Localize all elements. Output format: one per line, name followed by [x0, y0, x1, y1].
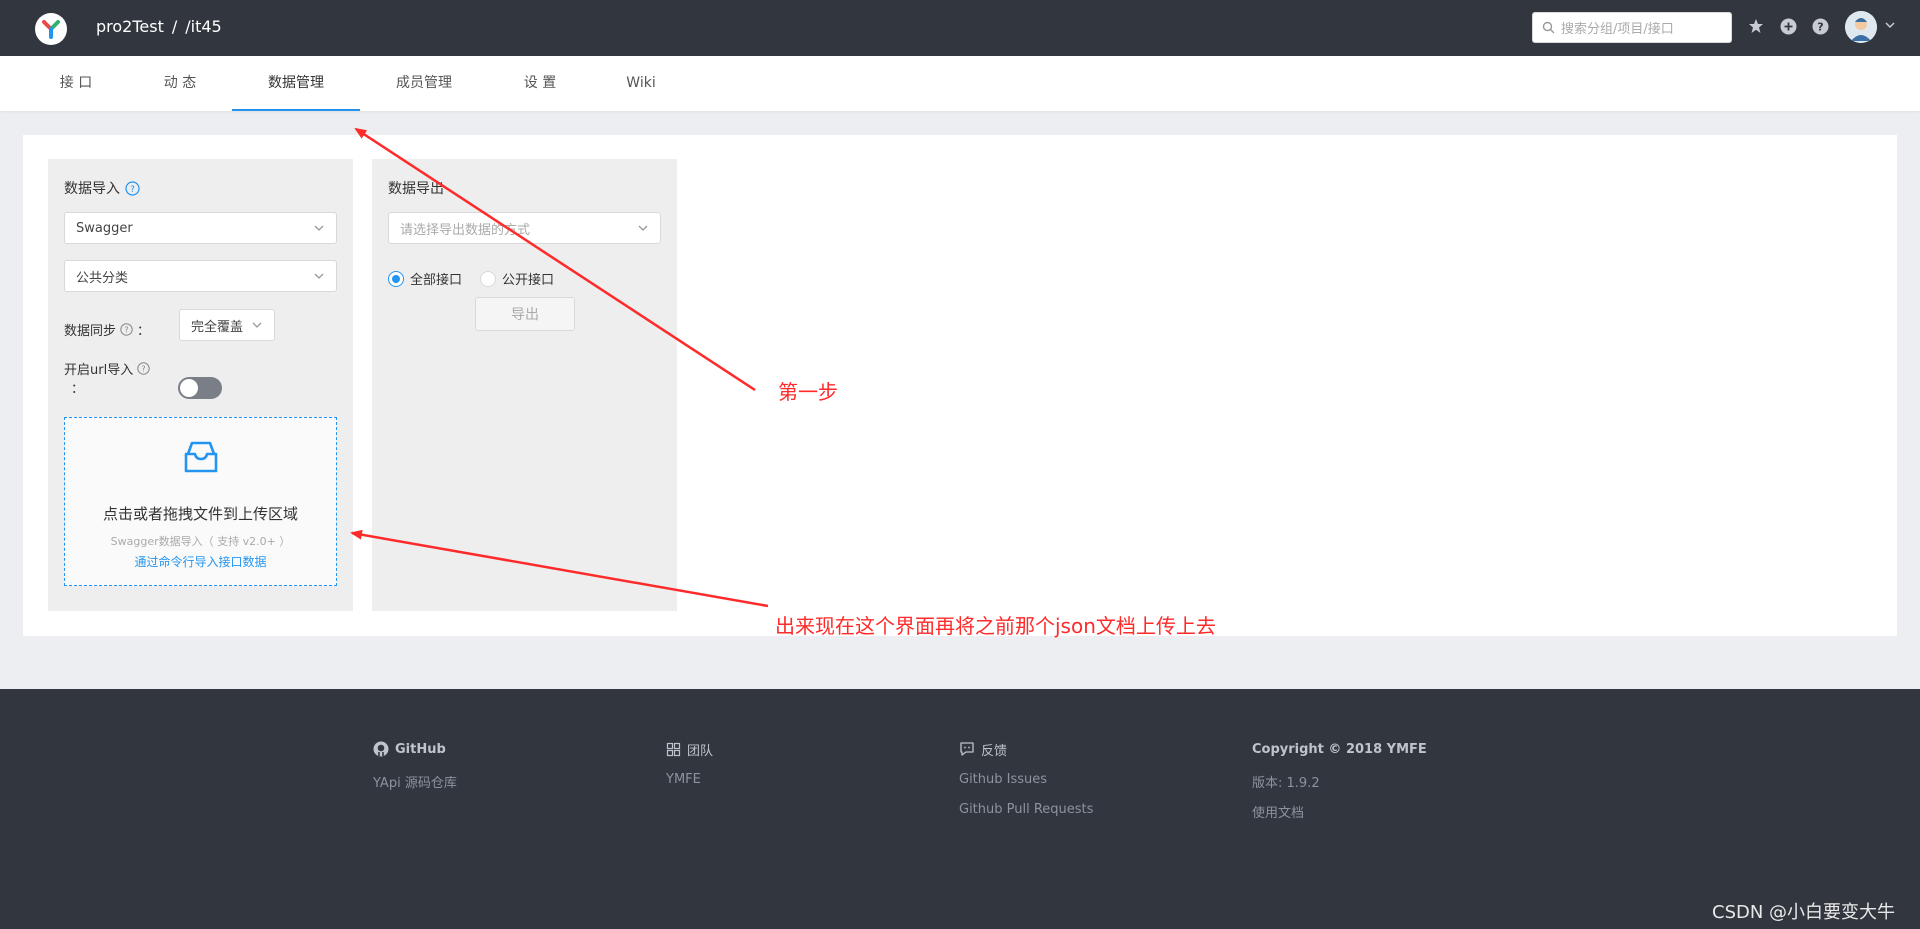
chevron-down-icon	[638, 225, 648, 231]
upload-main-text: 点击或者拖拽文件到上传区域	[102, 505, 298, 523]
export-format-placeholder: 请选择导出数据的方式	[400, 222, 531, 238]
svg-text:?: ?	[1817, 20, 1823, 33]
footer-column-github: GitHub YApi 源码仓库	[373, 739, 457, 791]
radio-dot-selected	[388, 270, 404, 287]
radio-dot	[480, 270, 496, 287]
sync-mode-value: 完全覆盖	[191, 319, 244, 335]
footer-heading-text: Copyright © 2018 YMFE	[1252, 741, 1427, 757]
import-category-value: 公共分类	[76, 270, 129, 286]
url-import-label-row: 开启url导入 ?	[64, 359, 150, 378]
chevron-down-icon[interactable]	[1884, 19, 1896, 35]
sync-label: 数据同步	[64, 324, 117, 339]
data-export-panel: 数据导出 请选择导出数据的方式 全部接口 公开接口 导出	[372, 159, 677, 611]
cli-import-link[interactable]: 通过命令行导入接口数据	[65, 553, 336, 570]
yapi-logo-icon	[42, 20, 60, 39]
svg-text:?: ?	[124, 326, 128, 335]
sync-label-row: 数据同步 ? ：	[64, 320, 150, 339]
help-icon[interactable]: ?	[137, 362, 150, 375]
svg-text:?: ?	[142, 365, 146, 374]
tab-wiki[interactable]: Wiki	[624, 56, 658, 111]
footer-heading-text: GitHub	[395, 741, 446, 757]
help-icon[interactable]: ?	[1811, 17, 1829, 35]
footer-column-copyright: Copyright © 2018 YMFE 版本: 1.9.2 使用文档	[1252, 739, 1427, 822]
toggle-knob	[180, 379, 198, 397]
annotation-note: 出来现在这个界面再将之前那个json文档上传上去	[775, 614, 1216, 638]
top-navbar: pro2Test / /it45 搜索分组/项目/接口 ?	[0, 0, 1920, 56]
watermark: CSDN @小白要变大牛	[1712, 902, 1896, 923]
chevron-down-icon	[314, 225, 324, 231]
inbox-icon	[184, 441, 218, 473]
import-format-select[interactable]: Swagger	[64, 212, 337, 244]
version-text: 版本: 1.9.2	[1252, 776, 1320, 791]
import-category-select[interactable]: 公共分类	[64, 260, 337, 292]
export-title: 数据导出	[388, 181, 444, 197]
export-button[interactable]: 导出	[475, 297, 575, 331]
import-format-value: Swagger	[76, 220, 133, 236]
help-icon[interactable]: ?	[125, 180, 140, 196]
footer-link[interactable]: Github Issues	[959, 772, 1093, 789]
url-import-label: 开启url导入	[64, 363, 134, 378]
footer-heading: 团队	[666, 739, 713, 759]
project-tabs: 接 口 动 态 数据管理 成员管理 设 置 Wiki	[0, 56, 1920, 111]
footer-link[interactable]: YMFE	[666, 772, 713, 789]
help-icon[interactable]: ?	[120, 323, 133, 336]
breadcrumb: pro2Test / /it45	[96, 17, 222, 36]
radio-all-label: 全部接口	[410, 273, 463, 288]
url-import-toggle[interactable]	[178, 377, 222, 399]
team-icon	[666, 742, 681, 756]
upload-dropzone[interactable]: 点击或者拖拽文件到上传区域 Swagger数据导入（ 支持 v2.0+ ） 通过…	[64, 417, 337, 586]
feedback-icon	[960, 742, 974, 756]
footer-heading: 反馈	[959, 739, 1093, 759]
avatar[interactable]	[1845, 11, 1877, 43]
footer-column-feedback: 反馈 Github Issues Github Pull Requests	[959, 739, 1093, 819]
add-circle-icon[interactable]	[1779, 17, 1797, 35]
radio-public-label: 公开接口	[502, 273, 555, 288]
footer-heading: GitHub	[373, 739, 457, 759]
tab-data-management[interactable]: 数据管理	[232, 56, 360, 111]
url-import-colon: ：	[71, 382, 85, 397]
breadcrumb-project[interactable]: /it45	[185, 17, 221, 36]
data-import-panel: 数据导入 ? Swagger 公共分类 数据同步 ? ： 完全覆盖 开启url导…	[48, 159, 353, 611]
chevron-down-icon	[252, 322, 262, 328]
github-icon	[373, 741, 389, 757]
footer-link[interactable]: YApi 源码仓库	[373, 772, 457, 791]
import-title-row: 数据导入 ?	[64, 178, 140, 198]
tab-settings[interactable]: 设 置	[520, 56, 560, 111]
export-format-select[interactable]: 请选择导出数据的方式	[388, 212, 661, 244]
radio-all-interfaces[interactable]: 全部接口	[388, 269, 462, 288]
tab-activity[interactable]: 动 态	[160, 56, 200, 111]
breadcrumb-separator: /	[171, 17, 178, 36]
tab-members[interactable]: 成员管理	[392, 56, 456, 111]
sync-colon: ：	[137, 324, 151, 339]
search-input[interactable]: 搜索分组/项目/接口	[1532, 12, 1732, 43]
radio-public-interfaces[interactable]: 公开接口	[480, 269, 554, 288]
chevron-down-icon	[314, 273, 324, 279]
search-placeholder: 搜索分组/项目/接口	[1561, 22, 1674, 37]
footer-link[interactable]: Github Pull Requests	[959, 802, 1093, 819]
search-icon	[1542, 21, 1555, 34]
footer-column-team: 团队 YMFE	[666, 739, 713, 789]
annotation-step1: 第一步	[778, 380, 838, 404]
footer: GitHub YApi 源码仓库 团队 YMFE 反馈 Github Issue…	[0, 689, 1920, 929]
footer-heading-text: 团队	[687, 743, 714, 759]
yapi-logo[interactable]	[35, 13, 67, 45]
sync-mode-select[interactable]: 完全覆盖	[179, 309, 275, 341]
svg-text:?: ?	[130, 185, 135, 195]
tab-interface[interactable]: 接 口	[56, 56, 96, 111]
footer-heading-text: 反馈	[981, 743, 1008, 759]
import-title: 数据导入	[64, 181, 120, 197]
star-icon[interactable]	[1747, 17, 1765, 35]
footer-link[interactable]: 使用文档	[1252, 802, 1427, 821]
main-content: 数据导入 ? Swagger 公共分类 数据同步 ? ： 完全覆盖 开启url导…	[23, 135, 1897, 636]
upload-hint: Swagger数据导入（ 支持 v2.0+ ）	[110, 535, 291, 548]
breadcrumb-group[interactable]: pro2Test	[96, 17, 164, 36]
